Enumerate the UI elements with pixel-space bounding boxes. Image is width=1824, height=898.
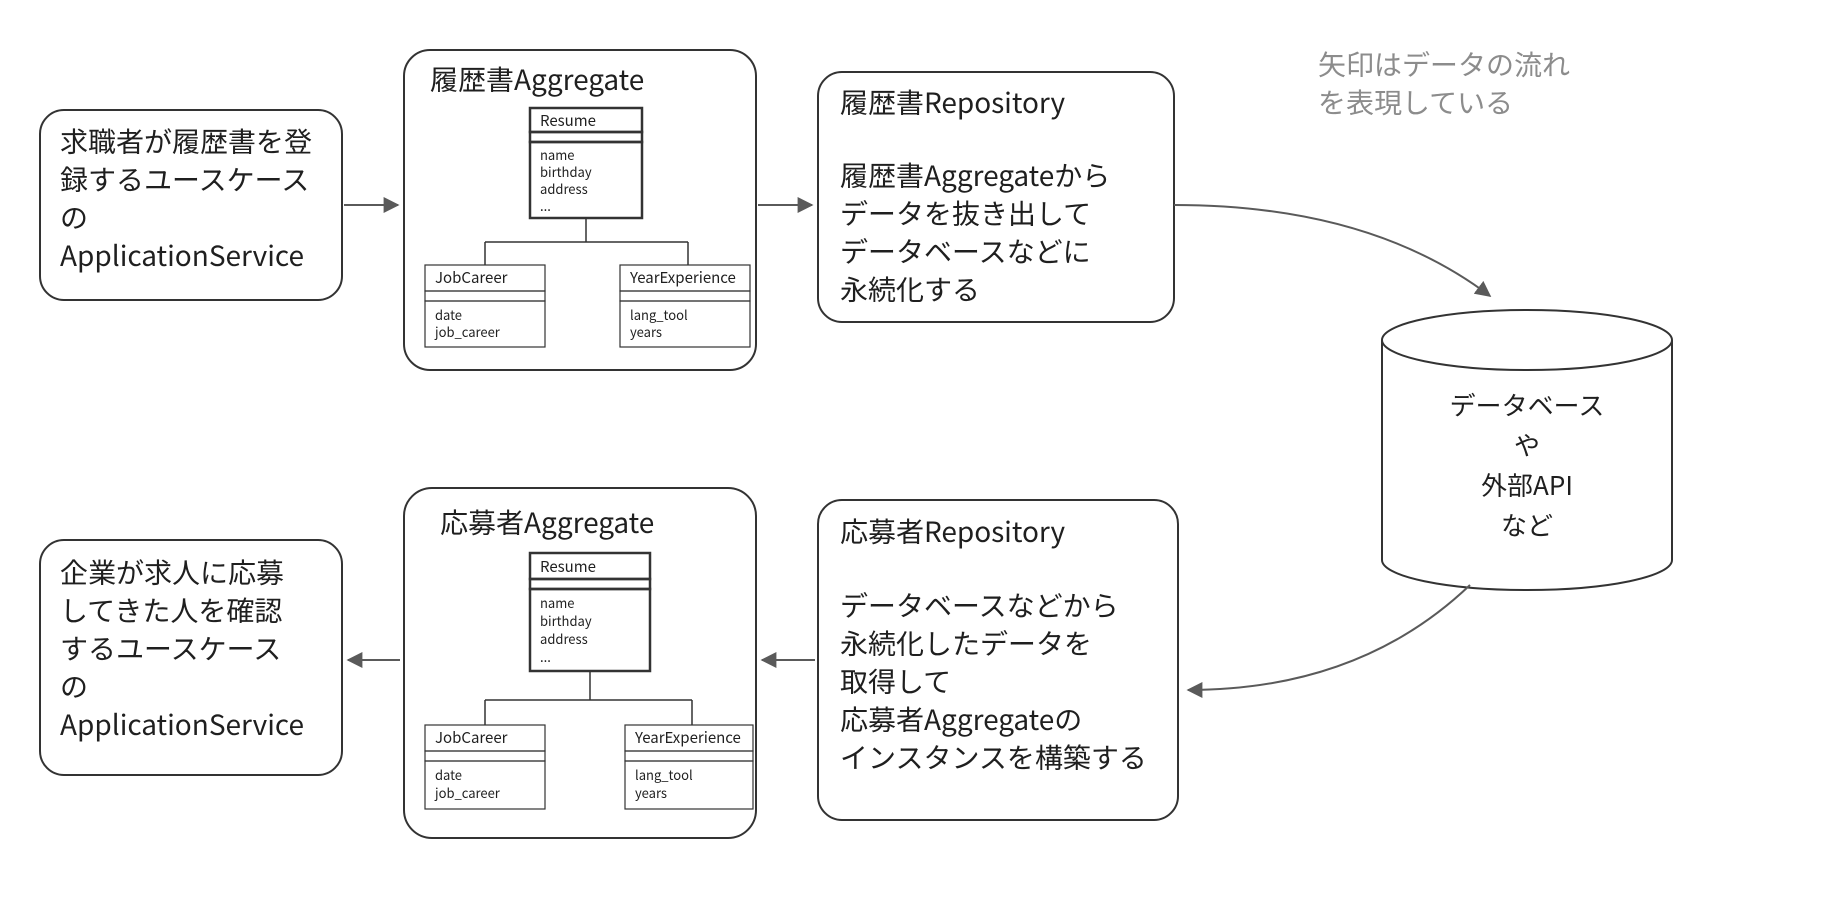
top-repo-line4: 永続化する xyxy=(840,269,980,309)
top-repo-title: 履歴書Repository xyxy=(840,82,1065,122)
top-app-service-box: 求職者が履歴書を登 録するユースケース の ApplicationService xyxy=(40,110,342,300)
bottom-uml-root-name: Resume xyxy=(540,556,596,577)
bottom-uml-right-attr2: years xyxy=(635,783,667,802)
bottom-uml-root-attr3: address xyxy=(540,629,588,648)
bottom-uml-root: Resume name birthday address ... xyxy=(530,553,650,671)
top-repo-line2: データを抜き出して xyxy=(840,193,1091,233)
top-uml-left: JobCareer date job_career xyxy=(425,265,545,347)
bottom-appservice-line2: してきた人を確認 xyxy=(60,590,282,630)
db-line3: 外部API xyxy=(1481,466,1573,503)
bottom-uml-left: JobCareer date job_career xyxy=(425,725,545,809)
bottom-repo-line5: インスタンスを構築する xyxy=(840,737,1147,777)
bottom-aggregate-title: 応募者Aggregate xyxy=(440,502,654,542)
top-aggregate-title: 履歴書Aggregate xyxy=(430,59,644,99)
top-aggregate-box: 履歴書Aggregate Resume name birthday addres… xyxy=(404,50,756,370)
bottom-uml-right: YearExperience lang_tool years xyxy=(625,725,753,809)
top-uml-root-name: Resume xyxy=(540,110,596,131)
annotation-line1: 矢印はデータの流れ xyxy=(1318,44,1570,84)
top-uml-right-name: YearExperience xyxy=(629,267,736,288)
bottom-uml-left-attr1: date xyxy=(435,765,462,784)
bottom-repo-title: 応募者Repository xyxy=(840,511,1065,551)
bottom-uml-right-attr1: lang_tool xyxy=(635,765,693,784)
top-repo-line3: データベースなどに xyxy=(840,231,1091,271)
architecture-diagram: 矢印はデータの流れ を表現している 求職者が履歴書を登 録するユースケース の … xyxy=(0,0,1824,898)
db-line2: や xyxy=(1514,426,1540,463)
bottom-uml-right-name: YearExperience xyxy=(634,727,741,748)
bottom-appservice-line5: ApplicationService xyxy=(60,704,304,744)
top-appservice-line1: 求職者が履歴書を登 xyxy=(60,121,312,161)
bottom-uml-root-attr4: ... xyxy=(540,647,551,666)
top-repo-line1: 履歴書Aggregateから xyxy=(840,155,1110,195)
bottom-app-service-box: 企業が求人に応募 してきた人を確認 するユースケース の Application… xyxy=(40,540,342,775)
bottom-repo-line4: 応募者Aggregateの xyxy=(840,699,1082,739)
annotation-text: 矢印はデータの流れ を表現している xyxy=(1318,44,1570,122)
db-line4: など xyxy=(1501,506,1553,543)
bottom-repo-line3: 取得して xyxy=(840,661,951,701)
top-uml-right-attr2: years xyxy=(630,322,662,341)
top-uml-right: YearExperience lang_tool years xyxy=(620,265,750,347)
arrow-db-to-repo xyxy=(1188,585,1470,690)
database-cylinder: データベース や 外部API など xyxy=(1382,310,1672,590)
bottom-repo-line1: データベースなどから xyxy=(840,585,1119,625)
bottom-appservice-line4: の xyxy=(60,666,88,706)
top-uml-root: Resume name birthday address ... xyxy=(530,108,642,218)
bottom-repo-line2: 永続化したデータを xyxy=(840,623,1092,663)
top-uml-left-name: JobCareer xyxy=(435,267,508,288)
bottom-uml-left-name: JobCareer xyxy=(435,727,508,748)
db-line1: データベース xyxy=(1450,386,1605,423)
top-repository-box: 履歴書Repository 履歴書Aggregateから データを抜き出して デ… xyxy=(818,72,1174,322)
top-appservice-line2: 録するユースケース xyxy=(60,159,309,199)
top-appservice-line3: の xyxy=(60,197,88,237)
bottom-uml-left-attr2: job_career xyxy=(434,783,501,802)
bottom-aggregate-box: 応募者Aggregate Resume name birthday addres… xyxy=(404,488,756,838)
bottom-appservice-line1: 企業が求人に応募 xyxy=(60,552,284,592)
arrow-repo-to-db xyxy=(1174,205,1490,296)
top-appservice-line4: ApplicationService xyxy=(60,235,304,275)
top-uml-root-attr4: ... xyxy=(540,196,551,215)
bottom-uml-root-attr2: birthday xyxy=(540,611,592,630)
bottom-repository-box: 応募者Repository データベースなどから 永続化したデータを 取得して … xyxy=(818,500,1178,820)
annotation-line2: を表現している xyxy=(1318,82,1513,122)
top-uml-left-attr2: job_career xyxy=(434,322,501,341)
bottom-uml-root-attr1: name xyxy=(540,593,575,612)
bottom-appservice-line3: するユースケース xyxy=(60,628,281,668)
